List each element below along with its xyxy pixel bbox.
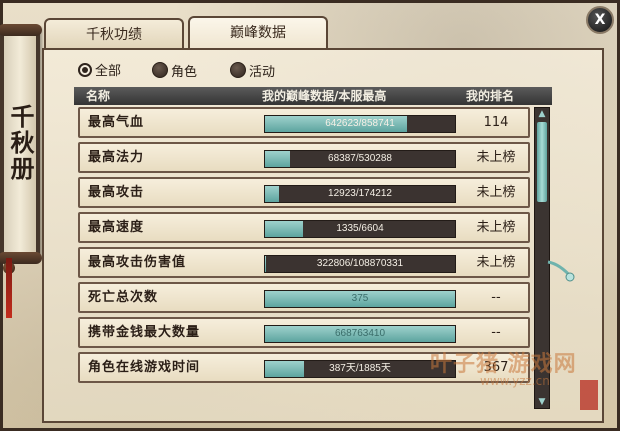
row-value: 375 — [351, 293, 369, 304]
table-row[interactable]: 最高法力 68387/530288 未上榜 — [78, 142, 530, 173]
radio-icon — [152, 62, 168, 78]
row-rank: -- — [491, 325, 501, 340]
table-row[interactable]: 携带金钱最大数量 668763410 -- — [78, 317, 530, 348]
book-scroll-ornament: 千秋册 — [0, 28, 40, 258]
filter-radio-all[interactable]: 全部 — [78, 62, 121, 82]
table-row[interactable]: 最高速度 1335/6604 未上榜 — [78, 212, 530, 243]
filter-radio-character[interactable]: 角色 — [152, 62, 197, 82]
row-name: 最高法力 — [88, 150, 145, 165]
sidebar-title: 千秋册 — [6, 104, 35, 182]
progress-bar: 375 — [264, 290, 456, 308]
row-value: 642623/858741 — [325, 118, 395, 129]
row-rank: 未上榜 — [476, 150, 516, 165]
scroll-up-icon[interactable]: ▲ — [535, 108, 549, 120]
header-name: 名称 — [86, 89, 111, 103]
progress-bar: 387天/1885天 — [264, 360, 456, 378]
scroll-top-cap — [0, 24, 42, 36]
header-rank: 我的排名 — [466, 89, 515, 103]
site-watermark-url: www.yzz.cn — [480, 374, 550, 388]
filter-label: 全部 — [95, 64, 122, 79]
table-row[interactable]: 死亡总次数 375 -- — [78, 282, 530, 313]
radio-icon — [230, 62, 246, 78]
row-value: 1335/6604 — [336, 223, 384, 234]
row-value: 12923/174212 — [328, 188, 392, 199]
progress-bar: 322806/108870331 — [264, 255, 456, 273]
row-name: 最高气血 — [88, 115, 145, 130]
table-row[interactable]: 最高攻击 12923/174212 未上榜 — [78, 177, 530, 208]
row-name: 最高速度 — [88, 220, 145, 235]
row-value: 668763410 — [334, 328, 386, 339]
row-value: 387天/1885天 — [329, 363, 391, 374]
filter-radio-activity[interactable]: 活动 — [230, 62, 275, 82]
table-row[interactable]: 最高气血 642623/858741 114 — [78, 107, 530, 138]
filter-label: 活动 — [249, 65, 276, 80]
row-name: 最高攻击伤害值 — [88, 255, 187, 270]
table-header: 名称 我的巅峰数据/本服最高 我的排名 — [74, 87, 552, 105]
tab-peak-data[interactable]: 巅峰数据 — [188, 16, 328, 50]
row-name: 死亡总次数 — [88, 290, 159, 305]
row-rank: 未上榜 — [476, 220, 516, 235]
fan-ornament-icon — [547, 260, 575, 282]
row-name: 携带金钱最大数量 — [88, 325, 201, 340]
row-name: 最高攻击 — [88, 185, 145, 200]
red-seal-stamp — [580, 380, 598, 410]
tassel-ornament — [6, 258, 12, 318]
table-row[interactable]: 最高攻击伤害值 322806/108870331 未上榜 — [78, 247, 530, 278]
progress-bar: 668763410 — [264, 325, 456, 343]
row-value: 322806/108870331 — [316, 258, 404, 269]
row-name: 角色在线游戏时间 — [88, 360, 201, 375]
progress-bar: 68387/530288 — [264, 150, 456, 168]
filter-label: 角色 — [171, 65, 198, 80]
progress-bar: 1335/6604 — [264, 220, 456, 238]
progress-bar: 642623/858741 — [264, 115, 456, 133]
row-rank: -- — [491, 290, 501, 305]
close-button[interactable]: X — [586, 6, 614, 34]
row-value: 68387/530288 — [328, 153, 392, 164]
progress-bar: 12923/174212 — [264, 185, 456, 203]
scrollbar-thumb[interactable] — [537, 122, 547, 202]
header-data: 我的巅峰数据/本服最高 — [262, 89, 387, 103]
scroll-down-icon[interactable]: ▼ — [535, 396, 549, 408]
radio-selected-icon — [78, 63, 92, 77]
row-rank: 未上榜 — [476, 185, 516, 200]
tab-achievements[interactable]: 千秋功绩 — [44, 18, 184, 48]
row-rank: 未上榜 — [476, 255, 516, 270]
row-rank: 114 — [483, 115, 509, 130]
